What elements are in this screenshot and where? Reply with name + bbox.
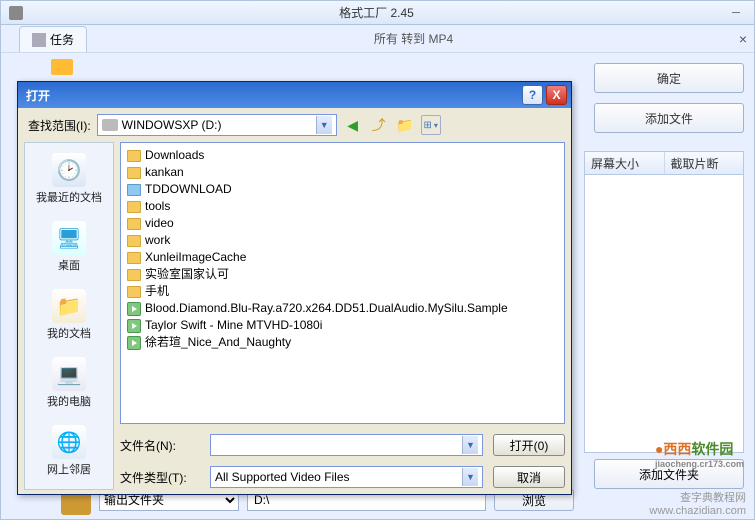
video-icon xyxy=(127,336,141,350)
file-area: DownloadskankanTDDOWNLOADtoolsvideoworkX… xyxy=(120,142,565,490)
file-item[interactable]: XunleiImageCache xyxy=(127,249,558,266)
file-item[interactable]: Downloads xyxy=(127,147,558,164)
file-name: video xyxy=(145,215,174,232)
close-sub-button[interactable]: × xyxy=(732,31,754,47)
open-button[interactable]: 打开(0) xyxy=(493,434,565,456)
folder-icon xyxy=(127,167,141,179)
col-screensize[interactable]: 屏幕大小 xyxy=(585,152,665,174)
file-item[interactable]: 徐若瑄_Nice_And_Naughty xyxy=(127,334,558,351)
columns-header: 屏幕大小 截取片断 xyxy=(584,151,744,175)
file-name: 徐若瑄_Nice_And_Naughty xyxy=(145,334,291,351)
task-icon xyxy=(32,33,46,47)
folder-icon xyxy=(127,184,141,196)
right-panel: 确定 添加文件 xyxy=(594,63,744,143)
cancel-button[interactable]: 取消 xyxy=(493,466,565,488)
close-button[interactable]: X xyxy=(546,85,567,105)
file-name: XunleiImageCache xyxy=(145,249,246,266)
folder-icon xyxy=(127,286,141,298)
file-name: kankan xyxy=(145,164,184,181)
filename-input[interactable]: ▼ xyxy=(210,434,483,456)
dialog-titlebar: 打开 ? X xyxy=(18,82,571,108)
video-icon xyxy=(127,319,141,333)
file-item[interactable]: Blood.Diamond.Blu-Ray.a720.x264.DD51.Dua… xyxy=(127,300,558,317)
app-icon xyxy=(9,6,23,20)
main-window: 格式工厂 2.45 ─ 任务 所有 转到 MP4 × 确定 添加文件 屏幕大小 … xyxy=(0,0,755,520)
file-list[interactable]: DownloadskankanTDDOWNLOADtoolsvideoworkX… xyxy=(120,142,565,424)
file-name: tools xyxy=(145,198,170,215)
dialog-toolbar: 查找范围(I): WINDOWSXP (D:) ▼ ◀ ⤴ 📁 ⊞ xyxy=(18,108,571,142)
filetype-label: 文件类型(T): xyxy=(120,469,200,486)
ok-button[interactable]: 确定 xyxy=(594,63,744,93)
folder-icon xyxy=(127,252,141,264)
docs-icon: 📁 xyxy=(52,289,86,323)
help-button[interactable]: ? xyxy=(522,85,543,105)
file-name: Downloads xyxy=(145,147,204,164)
new-folder-icon[interactable]: 📁 xyxy=(395,115,415,135)
recent-icon: 🕑 xyxy=(52,153,86,187)
computer-icon: 💻 xyxy=(52,357,86,391)
file-item[interactable]: video xyxy=(127,215,558,232)
places-bar: 🕑我最近的文档 🖥桌面 📁我的文档 💻我的电脑 🌐网上邻居 xyxy=(24,142,114,490)
folder-icon xyxy=(127,269,141,281)
file-item[interactable]: Taylor Swift - Mine MTVHD-1080i xyxy=(127,317,558,334)
conversion-title: 所有 转到 MP4 xyxy=(95,30,732,47)
watermark-logo: ●西西软件园 jiaocheng.cr173.com xyxy=(655,439,744,469)
video-icon xyxy=(127,302,141,316)
watermark-text: 查字典教程网 www.chazidian.com xyxy=(649,489,746,517)
folder-icon xyxy=(127,235,141,247)
dialog-title: 打开 xyxy=(26,87,519,104)
file-item[interactable]: tools xyxy=(127,198,558,215)
up-icon[interactable]: ⤴ xyxy=(369,115,389,135)
main-titlebar: 格式工厂 2.45 ─ xyxy=(1,1,754,25)
chevron-down-icon: ▼ xyxy=(462,468,478,486)
file-item[interactable]: 手机 xyxy=(127,283,558,300)
folder-icon xyxy=(127,218,141,230)
look-in-label: 查找范围(I): xyxy=(28,117,91,134)
look-in-value: WINDOWSXP (D:) xyxy=(122,118,222,132)
file-item[interactable]: 实验室国家认可 xyxy=(127,266,558,283)
folder-icon xyxy=(127,150,141,162)
drive-icon xyxy=(102,119,118,131)
file-list-bg xyxy=(584,175,744,453)
back-icon[interactable]: ◀ xyxy=(343,115,363,135)
file-name: Blood.Diamond.Blu-Ray.a720.x264.DD51.Dua… xyxy=(145,300,508,317)
file-item[interactable]: TDDOWNLOAD xyxy=(127,181,558,198)
task-tab[interactable]: 任务 xyxy=(19,26,87,52)
mp4-icon xyxy=(51,59,73,75)
place-docs[interactable]: 📁我的文档 xyxy=(25,283,113,351)
file-controls: 文件名(N): ▼ 打开(0) 文件类型(T): All Supported V… xyxy=(120,424,565,490)
file-name: 实验室国家认可 xyxy=(145,266,229,283)
add-file-button[interactable]: 添加文件 xyxy=(594,103,744,133)
file-name: TDDOWNLOAD xyxy=(145,181,232,198)
file-name: Taylor Swift - Mine MTVHD-1080i xyxy=(145,317,322,334)
main-title: 格式工厂 2.45 xyxy=(29,4,724,21)
place-network[interactable]: 🌐网上邻居 xyxy=(25,419,113,487)
look-in-select[interactable]: WINDOWSXP (D:) ▼ xyxy=(97,114,337,136)
main-sub-bar: 任务 所有 转到 MP4 × xyxy=(1,25,754,53)
file-item[interactable]: work xyxy=(127,232,558,249)
file-name: work xyxy=(145,232,170,249)
place-computer[interactable]: 💻我的电脑 xyxy=(25,351,113,419)
network-icon: 🌐 xyxy=(52,425,86,459)
folder-icon xyxy=(127,201,141,213)
filetype-select[interactable]: All Supported Video Files▼ xyxy=(210,466,483,488)
views-icon[interactable]: ⊞ xyxy=(421,115,441,135)
chevron-down-icon: ▼ xyxy=(462,436,478,454)
open-dialog: 打开 ? X 查找范围(I): WINDOWSXP (D:) ▼ ◀ ⤴ 📁 ⊞… xyxy=(17,81,572,495)
place-recent[interactable]: 🕑我最近的文档 xyxy=(25,147,113,215)
dialog-body: 🕑我最近的文档 🖥桌面 📁我的文档 💻我的电脑 🌐网上邻居 Downloadsk… xyxy=(18,142,571,494)
col-clip[interactable]: 截取片断 xyxy=(665,152,744,174)
file-name: 手机 xyxy=(145,283,169,300)
place-desktop[interactable]: 🖥桌面 xyxy=(25,215,113,283)
file-item[interactable]: kankan xyxy=(127,164,558,181)
desktop-icon: 🖥 xyxy=(52,221,86,255)
strip-bg xyxy=(51,55,584,79)
minimize-button[interactable]: ─ xyxy=(726,5,746,21)
filename-label: 文件名(N): xyxy=(120,437,200,454)
dropdown-arrow-icon: ▼ xyxy=(316,116,332,134)
